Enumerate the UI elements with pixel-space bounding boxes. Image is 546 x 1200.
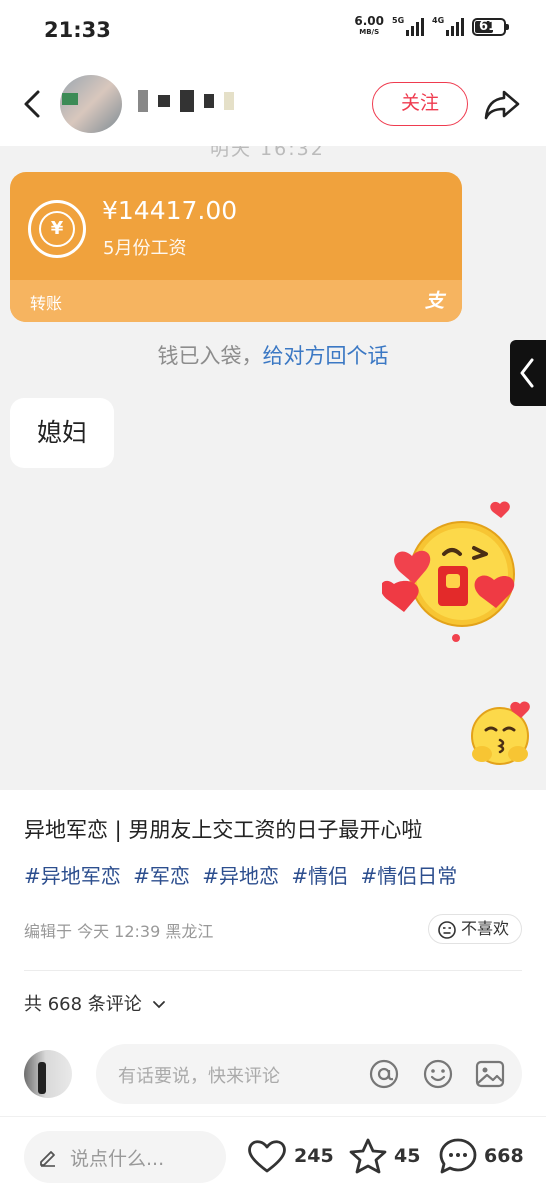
star-icon (349, 1138, 387, 1174)
network-speed: 6.00 MB/S (354, 14, 384, 36)
post-image[interactable]: 明天 16:32 ¥ ¥14417.00 5月份工资 转账 支 钱已入袋，给对方… (0, 146, 546, 790)
tag-link[interactable]: #异地恋 (202, 864, 279, 888)
chevron-down-icon (152, 1001, 165, 1009)
comment-input[interactable]: 有话要说，快来评论 (96, 1044, 522, 1104)
post-header: 关注 (0, 62, 546, 146)
transfer-footer: 转账 支 (10, 280, 462, 322)
side-collapse-tab[interactable] (510, 340, 546, 406)
share-icon[interactable] (482, 84, 522, 124)
kiss-emoji-sticker (471, 701, 530, 765)
collect-count: 45 (394, 1145, 421, 1167)
transfer-amount: ¥14417.00 (102, 196, 238, 225)
bottom-action-bar: 说点什么... 245 45 668 (0, 1116, 546, 1200)
at-mention-icon[interactable] (368, 1058, 400, 1090)
author-avatar[interactable] (60, 75, 122, 133)
status-bar: 21:33 6.00 MB/S 5G 4G 61 (0, 0, 546, 62)
battery-icon: 61 (472, 18, 509, 36)
coin-icon: ¥ (28, 200, 86, 258)
transfer-card: ¥ ¥14417.00 5月份工资 转账 支 (10, 172, 462, 322)
like-button[interactable]: 245 (246, 1137, 334, 1175)
image-icon[interactable] (474, 1058, 506, 1090)
author-name-blurred[interactable] (138, 90, 234, 112)
screen: 21:33 6.00 MB/S 5G 4G 61 关注 明天 16:32 ¥ ¥… (0, 0, 546, 1200)
pencil-icon (40, 1151, 55, 1167)
received-notice: 钱已入袋，给对方回个话 (157, 344, 389, 368)
comment-count-toggle[interactable]: 共 668 条评论 (24, 990, 166, 1016)
back-icon[interactable] (18, 84, 48, 124)
comment-button[interactable]: 668 (438, 1137, 524, 1175)
signal-5g-icon: 5G (392, 16, 424, 36)
emoji-icon[interactable] (422, 1058, 454, 1090)
signal-4g-icon: 4G (432, 16, 464, 36)
post-meta: 编辑于 今天 12:39 黑龙江 (24, 922, 214, 941)
chat-bubble-icon (439, 1138, 477, 1174)
partial-timestamp: 明天 16:32 (210, 146, 325, 160)
clock: 21:33 (44, 18, 111, 42)
chat-bubble: 媳妇 (10, 398, 114, 468)
transfer-note: 5月份工资 (103, 238, 187, 259)
like-count: 245 (294, 1145, 334, 1167)
tag-link[interactable]: #军恋 (133, 864, 190, 888)
heart-icon (248, 1140, 286, 1173)
battery-level: 61 (479, 19, 498, 34)
tag-link[interactable]: #情侣日常 (361, 864, 458, 888)
follow-button[interactable]: 关注 (372, 82, 468, 126)
post-title: 异地军恋 | 男朋友上交工资的日子最开心啦 (24, 818, 423, 842)
my-avatar (24, 1050, 72, 1098)
sad-face-icon (438, 921, 456, 939)
tag-link[interactable]: #异地军恋 (24, 864, 121, 888)
collect-button[interactable]: 45 (348, 1137, 420, 1175)
alipay-icon: 支 (424, 290, 444, 312)
comment-count: 668 (484, 1145, 524, 1167)
post-tags: #异地军恋 #军恋 #异地恋 #情侣 #情侣日常 (24, 860, 463, 889)
status-icons: 6.00 MB/S 5G 4G 61 (354, 14, 509, 38)
dislike-button[interactable]: 不喜欢 (428, 914, 522, 944)
chevron-left-icon (520, 358, 534, 388)
divider (24, 970, 522, 971)
reply-link: 给对方回个话 (262, 344, 389, 368)
quick-comment-input[interactable]: 说点什么... (24, 1131, 226, 1183)
hearts-emoji-sticker (382, 501, 515, 642)
tag-link[interactable]: #情侣 (291, 864, 348, 888)
transfer-label: 转账 (30, 294, 63, 313)
